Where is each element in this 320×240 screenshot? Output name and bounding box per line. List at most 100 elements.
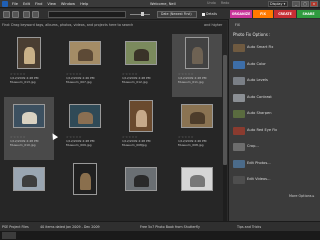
thumbnail-cell[interactable]: ☆☆☆☆☆ 1/12/2009 2:48 PM Museum_009.jpg xyxy=(60,97,110,160)
grid-view-icon[interactable] xyxy=(23,11,30,18)
tips-link[interactable]: Tips and Tricks xyxy=(237,225,261,229)
fix-option-icon xyxy=(233,143,245,151)
fix-option[interactable]: Auto Contrast xyxy=(233,91,317,104)
main-menu: File Edit Find View Window Help xyxy=(12,2,88,6)
thumbnail-image[interactable] xyxy=(13,167,45,191)
thumbnail-filename: Museum_008Jpg xyxy=(122,142,147,147)
fix-option[interactable]: Edit Photos... xyxy=(233,157,317,170)
undo-redo: Undo Redo xyxy=(207,1,229,5)
fix-option[interactable]: Auto Red Eye Fix xyxy=(233,124,317,137)
thumbnail-image[interactable] xyxy=(69,41,101,65)
details-checkbox[interactable]: Details xyxy=(202,12,217,16)
menu-edit[interactable]: Edit xyxy=(23,2,30,6)
thumbnail-cell[interactable] xyxy=(4,160,54,223)
photo-subject xyxy=(23,47,35,64)
thumbnail-cell[interactable]: ☆☆☆☆☆ 1/12/2009 2:48 PM Museum_008Jpg xyxy=(116,97,166,160)
menu-window[interactable]: Window xyxy=(61,2,75,6)
list-view-icon[interactable] xyxy=(32,11,39,18)
undo-button[interactable]: Undo xyxy=(207,1,216,5)
fix-option-icon xyxy=(233,77,245,85)
catalog-name[interactable]: PSE Project Files xyxy=(2,225,29,229)
thumbnail-cell[interactable]: ☆☆☆☆☆ 1/12/2009 2:48 PM Museum_012.jpg xyxy=(116,34,166,97)
fix-option-icon xyxy=(233,60,245,69)
fix-option-icon xyxy=(233,93,245,102)
thumbnail-image[interactable] xyxy=(13,104,45,128)
maximize-button[interactable]: □ xyxy=(301,1,309,7)
back-icon[interactable] xyxy=(3,11,10,18)
thumbnail-filename: Museum_010.jpg xyxy=(10,142,36,147)
thumbnail-cell[interactable]: ☆☆☆☆☆ 1/12/2009 2:48 PM Museum_013.jpg xyxy=(4,34,54,97)
fix-option-icon xyxy=(233,110,245,118)
thumbnail-filename: Museum_008.jpg xyxy=(178,142,204,147)
thumbnail-cell[interactable] xyxy=(116,160,166,223)
thumbnail-image[interactable] xyxy=(17,37,41,69)
search-input[interactable] xyxy=(48,11,126,18)
menu-file[interactable]: File xyxy=(12,2,18,6)
status-bar: PSE Project Files 40 items dated Jan 200… xyxy=(0,221,320,231)
thumbnail-image[interactable] xyxy=(185,37,209,69)
thumbnail-image[interactable] xyxy=(73,163,97,195)
photo-subject xyxy=(77,111,93,124)
thumbnail-caption: 1/12/2009 2:48 PM Museum_008Jpg xyxy=(122,139,150,147)
photo-subject xyxy=(21,174,37,187)
redo-button[interactable]: Redo xyxy=(221,1,230,5)
thumbnail-caption: 1/12/2009 2:48 PM Museum_009.jpg xyxy=(66,139,94,147)
minimize-button[interactable]: _ xyxy=(292,1,300,7)
menu-bar: File Edit Find View Window Help Welcome,… xyxy=(0,0,320,8)
thumbnail-image[interactable] xyxy=(129,100,153,132)
fix-option-label: Auto Color xyxy=(247,61,266,66)
photo-subject xyxy=(79,173,91,190)
find-bar[interactable]: Find: Drag keyword tags, albums, photos,… xyxy=(2,21,225,29)
photo-subject xyxy=(189,174,205,187)
menu-view[interactable]: View xyxy=(47,2,56,6)
close-button[interactable]: × xyxy=(310,1,318,7)
thumbnail-image[interactable] xyxy=(125,167,157,191)
thumbnail-cell[interactable]: ☆☆☆☆☆ 1/12/2009 2:48 PM Museum_011.jpg xyxy=(172,34,222,97)
thumbnail-filename: Museum_009.jpg xyxy=(66,142,92,147)
media-browser: Find: Drag keyword tags, albums, photos,… xyxy=(0,21,227,240)
menu-help[interactable]: Help xyxy=(80,2,88,6)
photo-subject xyxy=(77,48,93,61)
thumbnail-image[interactable] xyxy=(181,104,213,128)
tab-fix[interactable]: FIX xyxy=(253,10,273,18)
thumbnail-cell[interactable]: ☆☆☆☆☆ 1/12/2009 2:46 PM Museum_007.jpg xyxy=(60,34,110,97)
fix-option[interactable]: Auto Sharpen xyxy=(233,107,317,120)
thumbnail-filename: Museum_012.jpg xyxy=(122,79,148,84)
fix-option[interactable]: Auto Smart Fix xyxy=(233,41,317,54)
thumbnail-cell[interactable] xyxy=(60,160,110,223)
thumbnail-image[interactable] xyxy=(69,104,101,128)
fix-option[interactable]: Auto Color xyxy=(233,58,317,71)
fix-option-label: Auto Red Eye Fix xyxy=(247,127,278,132)
fix-option[interactable]: Crop... xyxy=(233,140,317,153)
promo-link[interactable]: Free 5x7 Photo Book from Shutterfly xyxy=(140,225,200,229)
thumbnail-caption: 1/12/2009 2:48 PM Museum_011.jpg xyxy=(178,76,206,84)
panel-tab-label[interactable]: FIX xyxy=(235,23,240,27)
tab-create[interactable]: CREATE xyxy=(274,10,296,18)
tab-share[interactable]: SHARE xyxy=(297,10,320,18)
thumbnail-caption: 1/12/2009 2:48 PM Museum_013.jpg xyxy=(10,76,38,84)
slider-handle[interactable] xyxy=(141,12,144,16)
fix-option[interactable]: Edit Videos... xyxy=(233,173,317,186)
workspace-tabs: ORGANIZE FIX CREATE SHARE xyxy=(230,10,320,18)
fix-option-icon xyxy=(233,176,245,184)
thumbnail-image[interactable] xyxy=(181,167,213,191)
grid-scrollbar[interactable] xyxy=(223,55,227,240)
thumbnail-size-slider[interactable] xyxy=(130,14,150,15)
thumbnail-cell[interactable] xyxy=(172,160,222,223)
photo-subject xyxy=(133,48,149,61)
thumbnail-image[interactable] xyxy=(125,41,157,65)
tab-organize[interactable]: ORGANIZE xyxy=(230,10,252,18)
thumbnail-cell[interactable]: ☆☆☆☆☆ 1/12/2009 2:48 PM Museum_010.jpg xyxy=(4,97,54,160)
fix-option-label: Crop... xyxy=(247,144,259,148)
fix-option[interactable]: Auto Levels xyxy=(233,74,317,87)
more-options-button[interactable]: More Options ▸ xyxy=(289,194,314,198)
thumbnail-cell[interactable]: ☆☆☆☆☆ 1/12/2009 2:46 PM Museum_008.jpg xyxy=(172,97,222,160)
menu-find[interactable]: Find xyxy=(35,2,42,6)
forward-icon[interactable] xyxy=(12,11,19,18)
display-dropdown[interactable]: Display ▾ xyxy=(268,1,288,7)
scrollbar-thumb[interactable] xyxy=(223,55,227,165)
start-button[interactable] xyxy=(2,232,16,239)
window-controls: _ □ × xyxy=(292,1,318,7)
photo-subject xyxy=(191,47,203,64)
sort-order-dropdown[interactable]: Date (Newest First) xyxy=(157,11,197,18)
